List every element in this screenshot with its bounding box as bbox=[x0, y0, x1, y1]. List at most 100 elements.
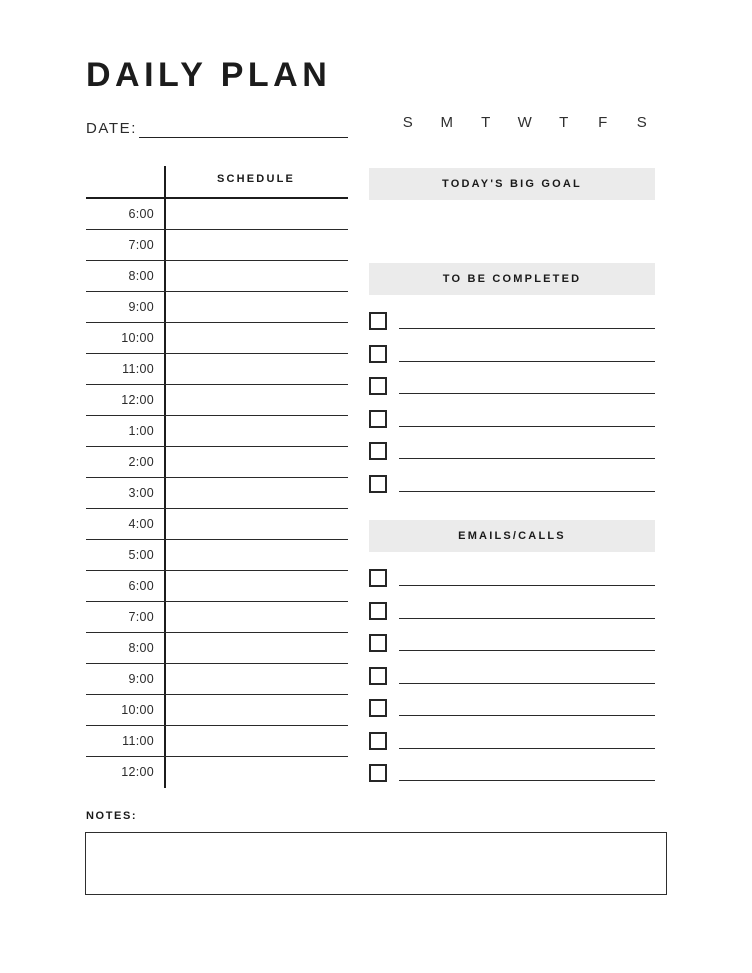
schedule-time-label: 9:00 bbox=[128, 300, 154, 314]
schedule-time-label: 6:00 bbox=[128, 579, 154, 593]
task-input-line[interactable] bbox=[399, 327, 655, 329]
task-input-line[interactable] bbox=[399, 490, 655, 492]
schedule-row-divider bbox=[164, 602, 166, 632]
weekday-thursday[interactable]: T bbox=[556, 115, 572, 130]
weekday-friday[interactable]: F bbox=[595, 115, 611, 130]
table-row[interactable]: 8:00 bbox=[86, 633, 348, 664]
schedule-time-label: 12:00 bbox=[121, 765, 154, 779]
table-row[interactable]: 4:00 bbox=[86, 509, 348, 540]
weekday-sunday[interactable]: S bbox=[400, 115, 416, 130]
page-title: DAILY PLAN bbox=[86, 56, 332, 94]
task-input-line[interactable] bbox=[399, 360, 655, 362]
schedule-time-label: 1:00 bbox=[128, 424, 154, 438]
contact-input-line[interactable] bbox=[399, 714, 655, 716]
task-input-line[interactable] bbox=[399, 392, 655, 394]
table-row[interactable]: 8:00 bbox=[86, 261, 348, 292]
weekday-selector: S M T W T F S bbox=[400, 115, 650, 130]
table-row[interactable]: 11:00 bbox=[86, 354, 348, 385]
list-item[interactable] bbox=[369, 568, 655, 601]
weekday-wednesday[interactable]: W bbox=[517, 115, 533, 130]
table-row[interactable]: 10:00 bbox=[86, 695, 348, 726]
list-item[interactable] bbox=[369, 763, 655, 796]
table-row[interactable]: 9:00 bbox=[86, 292, 348, 323]
schedule-time-label: 3:00 bbox=[128, 486, 154, 500]
schedule-time-label: 5:00 bbox=[128, 548, 154, 562]
schedule-row-divider bbox=[164, 726, 166, 756]
schedule-time-label: 8:00 bbox=[128, 269, 154, 283]
schedule-row-divider bbox=[164, 633, 166, 663]
list-item[interactable] bbox=[369, 731, 655, 764]
big-goal-header: TODAY'S BIG GOAL bbox=[369, 168, 655, 200]
checkbox-icon[interactable] bbox=[369, 731, 387, 750]
task-input-line[interactable] bbox=[399, 425, 655, 427]
schedule-time-label: 7:00 bbox=[128, 610, 154, 624]
table-row[interactable]: 1:00 bbox=[86, 416, 348, 447]
contact-input-line[interactable] bbox=[399, 617, 655, 619]
schedule-row-divider bbox=[164, 509, 166, 539]
contact-input-line[interactable] bbox=[399, 682, 655, 684]
schedule-time-label: 12:00 bbox=[121, 393, 154, 407]
emails-calls-header: EMAILS/CALLS bbox=[369, 520, 655, 552]
schedule-time-label: 7:00 bbox=[128, 238, 154, 252]
list-item[interactable] bbox=[369, 409, 655, 442]
schedule-time-label: 4:00 bbox=[128, 517, 154, 531]
schedule-header-row: SCHEDULE bbox=[86, 166, 348, 197]
weekday-tuesday[interactable]: T bbox=[478, 115, 494, 130]
contact-input-line[interactable] bbox=[399, 584, 655, 586]
table-row[interactable]: 7:00 bbox=[86, 230, 348, 261]
schedule-time-label: 8:00 bbox=[128, 641, 154, 655]
checkbox-icon[interactable] bbox=[369, 634, 387, 652]
table-row[interactable]: 11:00 bbox=[86, 726, 348, 757]
checkbox-icon[interactable] bbox=[369, 699, 387, 717]
contact-input-line[interactable] bbox=[399, 747, 655, 749]
checkbox-icon[interactable] bbox=[369, 312, 387, 330]
list-item[interactable] bbox=[369, 441, 655, 474]
schedule-row-divider bbox=[164, 695, 166, 725]
table-row[interactable]: 10:00 bbox=[86, 323, 348, 354]
checkbox-icon[interactable] bbox=[369, 409, 387, 428]
schedule-row-divider bbox=[164, 664, 166, 694]
to-be-completed-header: TO BE COMPLETED bbox=[369, 263, 655, 295]
list-item[interactable] bbox=[369, 666, 655, 699]
list-item[interactable] bbox=[369, 376, 655, 409]
checkbox-icon[interactable] bbox=[369, 474, 387, 493]
table-row[interactable]: 3:00 bbox=[86, 478, 348, 509]
schedule-row-divider bbox=[164, 323, 166, 353]
date-label: DATE: bbox=[86, 120, 138, 137]
contact-input-line[interactable] bbox=[399, 779, 655, 781]
table-row[interactable]: 6:00 bbox=[86, 571, 348, 602]
checkbox-icon[interactable] bbox=[369, 666, 387, 685]
weekday-monday[interactable]: M bbox=[439, 115, 455, 130]
schedule-time-label: 9:00 bbox=[128, 672, 154, 686]
checkbox-icon[interactable] bbox=[369, 377, 387, 395]
table-row[interactable]: 5:00 bbox=[86, 540, 348, 571]
weekday-saturday[interactable]: S bbox=[634, 115, 650, 130]
list-item[interactable] bbox=[369, 698, 655, 731]
table-row[interactable]: 2:00 bbox=[86, 447, 348, 478]
checkbox-icon[interactable] bbox=[369, 764, 387, 782]
table-row[interactable]: 6:00 bbox=[86, 199, 348, 230]
list-item[interactable] bbox=[369, 633, 655, 666]
schedule-time-label: 10:00 bbox=[121, 703, 154, 717]
list-item[interactable] bbox=[369, 474, 655, 507]
contact-input-line[interactable] bbox=[399, 649, 655, 651]
list-item[interactable] bbox=[369, 344, 655, 377]
task-input-line[interactable] bbox=[399, 457, 655, 459]
checkbox-icon[interactable] bbox=[369, 601, 387, 620]
table-row[interactable]: 12:00 bbox=[86, 757, 348, 788]
date-field-row: DATE: bbox=[86, 114, 348, 138]
checkbox-icon[interactable] bbox=[369, 344, 387, 363]
table-row[interactable]: 12:00 bbox=[86, 385, 348, 416]
daily-plan-page: DAILY PLAN DATE: S M T W T F S SCHEDULE … bbox=[0, 0, 752, 973]
date-input-line[interactable] bbox=[139, 136, 348, 138]
emails-calls-heading: EMAILS/CALLS bbox=[458, 530, 566, 542]
notes-input-box[interactable] bbox=[85, 832, 667, 895]
table-row[interactable]: 9:00 bbox=[86, 664, 348, 695]
checkbox-icon[interactable] bbox=[369, 569, 387, 587]
checkbox-icon[interactable] bbox=[369, 442, 387, 460]
schedule-time-label: 6:00 bbox=[128, 207, 154, 221]
table-row[interactable]: 7:00 bbox=[86, 602, 348, 633]
list-item[interactable] bbox=[369, 311, 655, 344]
list-item[interactable] bbox=[369, 601, 655, 634]
schedule-row-divider bbox=[164, 416, 166, 446]
